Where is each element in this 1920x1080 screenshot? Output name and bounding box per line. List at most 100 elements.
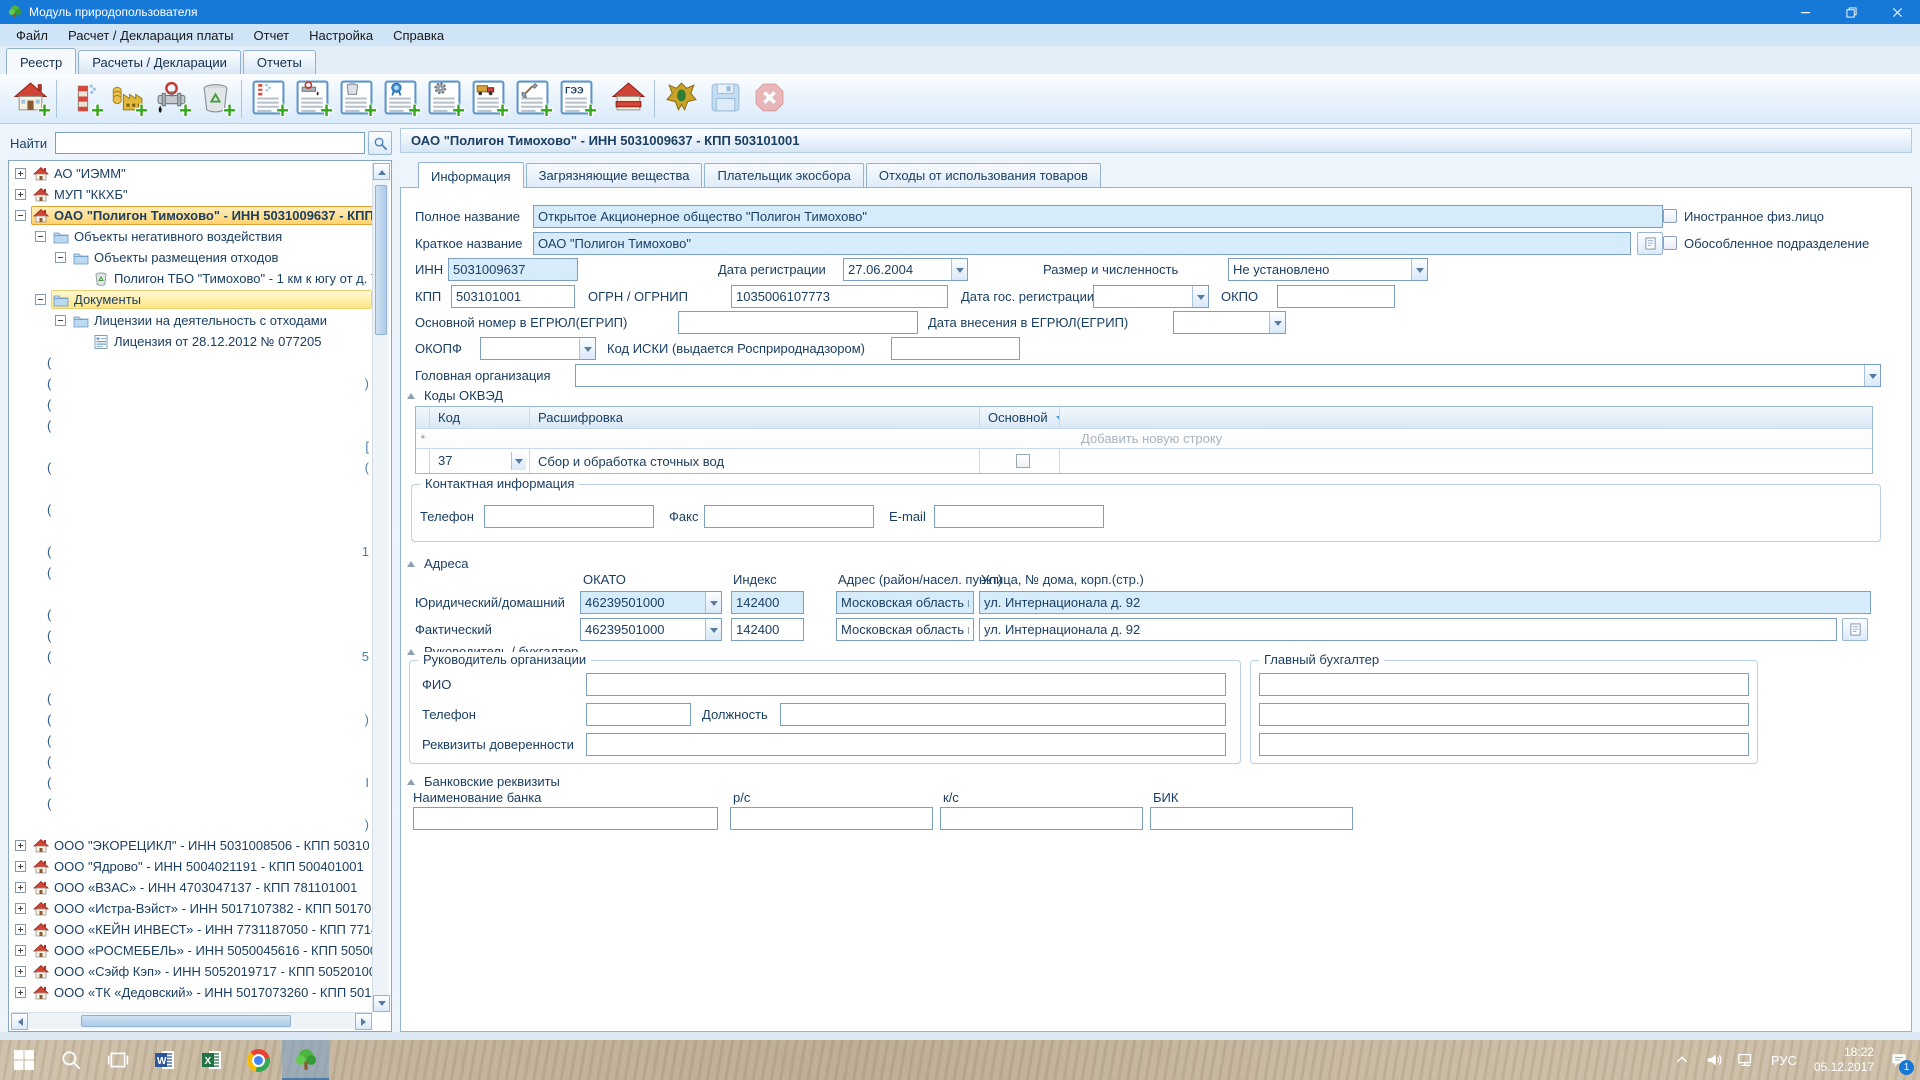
actual-area-input[interactable] [836, 618, 974, 641]
address-note-button[interactable] [1842, 618, 1868, 641]
scroll-right-button[interactable] [355, 1013, 372, 1030]
expand-icon[interactable] [15, 168, 26, 179]
gos-reg-date-combo[interactable] [1093, 285, 1209, 308]
taskbar-search-taskbar-button[interactable] [47, 1040, 94, 1080]
expand-icon[interactable] [15, 189, 26, 200]
actual-okato-combo[interactable] [580, 618, 722, 641]
tree-fragment-row[interactable]: ( [11, 751, 372, 772]
restore-button[interactable] [1828, 0, 1874, 24]
contact-fax-input[interactable] [704, 505, 874, 528]
chevron-up-icon[interactable] [1666, 1040, 1698, 1080]
tree-fragment-row[interactable]: ( [11, 688, 372, 709]
tree-fragment-row[interactable]: ( [11, 604, 372, 625]
main-tab-3[interactable]: Отчеты [243, 50, 316, 74]
menu-item-5[interactable]: Справка [383, 26, 454, 45]
search-input[interactable] [55, 132, 365, 154]
collapse-node-icon[interactable] [55, 315, 66, 326]
chevron-down-icon[interactable] [579, 338, 595, 359]
reg-date-input[interactable] [843, 258, 968, 281]
okved-main-checkbox[interactable] [1016, 454, 1030, 468]
accountant-fio-input[interactable] [1259, 673, 1749, 696]
tree-item[interactable]: ООО «Истра-Вэйст» - ИНН 5017107382 - КПП… [11, 898, 372, 919]
addresses-section-header[interactable]: Адреса [407, 556, 468, 571]
add-water-outlet-button[interactable]: + [149, 77, 193, 121]
excel-taskbar-button[interactable]: X [188, 1040, 235, 1080]
actual-street-input[interactable] [979, 618, 1837, 641]
chevron-down-icon[interactable] [1269, 312, 1285, 333]
tree-item[interactable]: ООО "Ядрово" - ИНН 5004021191 - КПП 5004… [11, 856, 372, 877]
horizontal-scroll-thumb[interactable] [81, 1015, 291, 1027]
menu-item-3[interactable]: Отчет [244, 26, 300, 45]
okved-name-cell[interactable]: Сбор и обработка сточных вод [530, 449, 980, 473]
scroll-up-button[interactable] [373, 163, 390, 180]
app-tree-taskbar-button[interactable] [282, 1040, 329, 1080]
tree-item[interactable]: Лицензия от 28.12.2012 № 077205 [11, 331, 372, 352]
okved-section-header[interactable]: Коды ОКВЭД [407, 388, 503, 403]
tree-fragment-row[interactable]: ( [11, 625, 372, 646]
collapse-node-icon[interactable] [35, 231, 46, 242]
vertical-scroll-thumb[interactable] [375, 185, 387, 335]
okopf-combo[interactable] [480, 337, 596, 360]
add-gee-document-button[interactable]: ГЭЭ+ [554, 77, 598, 121]
speaker-icon[interactable] [1698, 1040, 1730, 1080]
actual-index-input[interactable] [731, 618, 804, 641]
inn-input[interactable] [448, 258, 578, 281]
menu-item-1[interactable]: Файл [6, 26, 58, 45]
collapse-icon[interactable] [407, 561, 415, 567]
full-name-input[interactable] [533, 205, 1663, 228]
size-combo[interactable] [1228, 258, 1428, 281]
add-transport-document-button[interactable]: + [466, 77, 510, 121]
iski-input[interactable] [891, 337, 1020, 360]
legal-street-input[interactable] [979, 591, 1871, 614]
collapse-node-icon[interactable] [35, 294, 46, 305]
reg-date-combo[interactable] [843, 258, 968, 281]
separate-division-checkbox[interactable] [1663, 236, 1677, 250]
short-name-input[interactable] [533, 232, 1631, 255]
accountant-phone-input[interactable] [1259, 703, 1749, 726]
add-water-document-button[interactable]: + [290, 77, 334, 121]
notification-icon[interactable]: 1 [1882, 1040, 1920, 1080]
expand-icon[interactable] [15, 945, 26, 956]
add-waste-document-button[interactable]: + [334, 77, 378, 121]
tree-fragment-row[interactable]: ( [11, 730, 372, 751]
tree-fragment-row[interactable] [11, 667, 372, 688]
rosprirodnadzor-emblem-button[interactable] [659, 77, 703, 121]
collapse-node-icon[interactable] [15, 210, 26, 221]
detail-tab-2[interactable]: Загрязняющие вещества [526, 163, 703, 187]
save-button[interactable] [703, 77, 747, 121]
tree-item[interactable]: МУП "ККХБ" [11, 184, 372, 205]
scroll-down-button[interactable] [373, 995, 390, 1012]
expand-icon[interactable] [15, 966, 26, 977]
tree-item[interactable]: ООО "ЭКОРЕЦИКЛ" - ИНН 5031008506 - КПП 5… [11, 835, 372, 856]
contact-phone-input[interactable] [484, 505, 654, 528]
tree-fragment-row[interactable]: (1 [11, 541, 372, 562]
add-waste-object-button[interactable]: + [193, 77, 237, 121]
clock[interactable]: 18:22 05.12.2017 [1806, 1045, 1882, 1075]
tree-fragment-row[interactable]: ( [11, 394, 372, 415]
contact-email-input[interactable] [934, 505, 1104, 528]
minimize-button[interactable] [1782, 0, 1828, 24]
head-org-combo[interactable] [575, 364, 1881, 387]
size-input[interactable] [1228, 258, 1428, 281]
chevron-down-icon[interactable] [1192, 286, 1208, 307]
tree-fragment-row[interactable]: (5 [11, 646, 372, 667]
tree-fragment-row[interactable]: [ [11, 436, 372, 457]
collapse-icon[interactable] [407, 393, 415, 399]
tree-item[interactable]: ООО «КЕЙН ИНВЕСТ» - ИНН 7731187050 - КПП… [11, 919, 372, 940]
network-icon[interactable] [1730, 1040, 1762, 1080]
ogrn-input[interactable] [731, 285, 948, 308]
director-fio-input[interactable] [586, 673, 1226, 696]
add-license-document-button[interactable]: + [378, 77, 422, 121]
okved-row[interactable]: 37 Сбор и обработка сточных вод [416, 449, 1872, 473]
bank-rs-input[interactable] [730, 807, 933, 830]
expand-icon[interactable] [15, 861, 26, 872]
scroll-left-button[interactable] [11, 1013, 28, 1030]
tree-fragment-row[interactable]: () [11, 709, 372, 730]
vertical-scrollbar[interactable] [372, 163, 389, 1012]
okved-main-cell[interactable] [980, 449, 1060, 473]
tree-item[interactable]: ОАО "Полигон Тимохово" - ИНН 5031009637 … [11, 205, 372, 226]
legal-index-input[interactable] [731, 591, 804, 614]
okved-code-cell[interactable]: 37 [430, 449, 530, 473]
okved-col-main[interactable]: Основной [980, 407, 1060, 428]
add-organization-button[interactable]: + [8, 77, 52, 121]
